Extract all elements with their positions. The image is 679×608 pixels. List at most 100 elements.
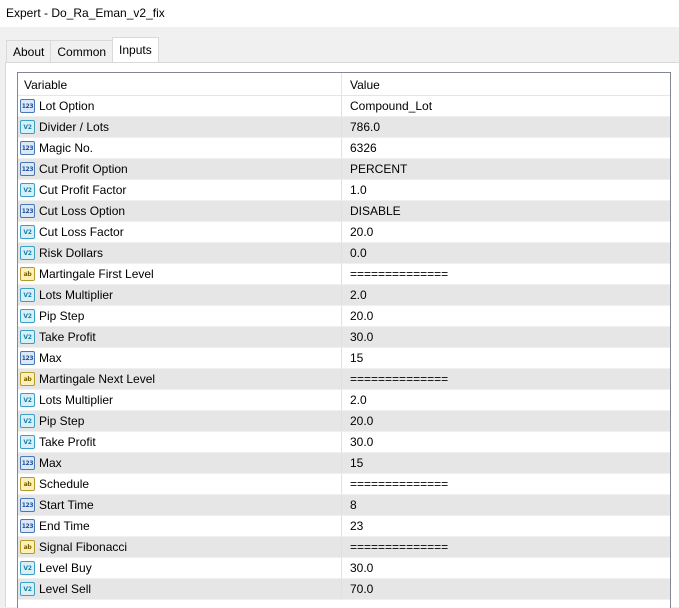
tab-common[interactable]: Common bbox=[50, 40, 114, 62]
value-cell[interactable]: 30.0 bbox=[342, 558, 670, 578]
double-icon: V2 bbox=[20, 225, 35, 239]
value-cell[interactable]: 786.0 bbox=[342, 117, 670, 137]
grid-header: Variable Value bbox=[18, 73, 670, 96]
variable-cell: V2 Divider / Lots bbox=[18, 117, 342, 137]
value-cell[interactable]: ============== bbox=[342, 369, 670, 389]
table-row[interactable]: V2 Lots Multiplier 2.0 bbox=[18, 285, 670, 306]
table-row[interactable]: ab Signal Fibonacci ============== bbox=[18, 537, 670, 558]
int-icon: 123 bbox=[20, 99, 35, 113]
table-row[interactable]: V2 Pip Step 20.0 bbox=[18, 411, 670, 432]
inputs-grid: Variable Value 123 Lot Option Compound_Lot… bbox=[17, 72, 671, 608]
variable-name: Cut Profit Option bbox=[39, 162, 128, 176]
table-row[interactable]: 123 Lot Option Compound_Lot bbox=[18, 96, 670, 117]
value-cell[interactable]: 15 bbox=[342, 453, 670, 473]
table-row[interactable]: 123 End Time 23 bbox=[18, 516, 670, 537]
variable-name: Lots Multiplier bbox=[39, 288, 114, 302]
variable-cell: V2 Take Profit bbox=[18, 327, 342, 347]
variable-name: Cut Profit Factor bbox=[39, 183, 127, 197]
table-row[interactable]: 123 Cut Loss Option DISABLE bbox=[18, 201, 670, 222]
value-cell[interactable]: ============== bbox=[342, 537, 670, 557]
value-cell[interactable]: 0.0 bbox=[342, 243, 670, 263]
int-icon: 123 bbox=[20, 204, 35, 218]
int-icon: 123 bbox=[20, 162, 35, 176]
variable-name: Level Sell bbox=[39, 582, 92, 596]
double-icon: V2 bbox=[20, 435, 35, 449]
double-icon: V2 bbox=[20, 330, 35, 344]
variable-name: Schedule bbox=[39, 477, 90, 491]
variable-name: Start Time bbox=[39, 498, 94, 512]
window-title: Expert - Do_Ra_Eman_v2_fix bbox=[0, 0, 679, 28]
table-row[interactable]: 123 Max 15 bbox=[18, 348, 670, 369]
variable-cell: 123 End Time bbox=[18, 516, 342, 536]
variable-cell: V2 Level Sell bbox=[18, 579, 342, 599]
value-cell[interactable]: 30.0 bbox=[342, 432, 670, 452]
table-row[interactable]: 123 Magic No. 6326 bbox=[18, 138, 670, 159]
value-cell[interactable]: ============== bbox=[342, 474, 670, 494]
value-cell[interactable]: PERCENT bbox=[342, 159, 670, 179]
variable-cell: V2 Risk Dollars bbox=[18, 243, 342, 263]
column-header-variable[interactable]: Variable bbox=[18, 73, 342, 95]
variable-name: Pip Step bbox=[39, 309, 85, 323]
column-header-value[interactable]: Value bbox=[342, 73, 670, 95]
value-cell[interactable]: 6326 bbox=[342, 138, 670, 158]
table-row[interactable]: ab Martingale First Level ============== bbox=[18, 264, 670, 285]
variable-cell: V2 Take Profit bbox=[18, 432, 342, 452]
int-icon: 123 bbox=[20, 498, 35, 512]
int-icon: 123 bbox=[20, 519, 35, 533]
double-icon: V2 bbox=[20, 393, 35, 407]
value-cell[interactable]: 15 bbox=[342, 348, 670, 368]
variable-cell: 123 Cut Loss Option bbox=[18, 201, 342, 221]
value-cell[interactable]: Compound_Lot bbox=[342, 96, 670, 116]
table-row[interactable]: V2 Take Profit 30.0 bbox=[18, 327, 670, 348]
value-cell[interactable]: 1.0 bbox=[342, 180, 670, 200]
table-row[interactable]: 123 Cut Profit Option PERCENT bbox=[18, 159, 670, 180]
variable-name: Lot Option bbox=[39, 99, 95, 113]
string-icon: ab bbox=[20, 540, 35, 554]
variable-name: Divider / Lots bbox=[39, 120, 110, 134]
double-icon: V2 bbox=[20, 561, 35, 575]
table-row[interactable]: V2 Cut Profit Factor 1.0 bbox=[18, 180, 670, 201]
value-cell[interactable]: DISABLE bbox=[342, 201, 670, 221]
value-cell[interactable]: 30.0 bbox=[342, 327, 670, 347]
double-icon: V2 bbox=[20, 120, 35, 134]
table-row[interactable]: V2 Risk Dollars 0.0 bbox=[18, 243, 670, 264]
variable-cell: ab Martingale First Level bbox=[18, 264, 342, 284]
variable-cell: ab Signal Fibonacci bbox=[18, 537, 342, 557]
table-row[interactable]: V2 Level Sell 70.0 bbox=[18, 579, 670, 600]
table-row[interactable]: V2 Level Buy 30.0 bbox=[18, 558, 670, 579]
tab-bar: About Common Inputs bbox=[6, 37, 159, 62]
value-cell[interactable]: 23 bbox=[342, 516, 670, 536]
variable-name: Level Buy bbox=[39, 561, 92, 575]
variable-cell: V2 Level Buy bbox=[18, 558, 342, 578]
variable-name: Martingale Next Level bbox=[39, 372, 156, 386]
table-row[interactable]: ab Schedule ============== bbox=[18, 474, 670, 495]
variable-cell: ab Schedule bbox=[18, 474, 342, 494]
value-cell[interactable]: 2.0 bbox=[342, 390, 670, 410]
value-cell[interactable]: 2.0 bbox=[342, 285, 670, 305]
value-cell[interactable]: ============== bbox=[342, 264, 670, 284]
value-cell[interactable]: 20.0 bbox=[342, 306, 670, 326]
double-icon: V2 bbox=[20, 246, 35, 260]
variable-name: Magic No. bbox=[39, 141, 94, 155]
table-row[interactable]: 123 Start Time 8 bbox=[18, 495, 670, 516]
string-icon: ab bbox=[20, 267, 35, 281]
variable-cell: V2 Pip Step bbox=[18, 411, 342, 431]
table-row[interactable]: 123 Max 15 bbox=[18, 453, 670, 474]
value-cell[interactable]: 20.0 bbox=[342, 222, 670, 242]
tab-about[interactable]: About bbox=[6, 40, 52, 62]
variable-cell: V2 Cut Profit Factor bbox=[18, 180, 342, 200]
value-cell[interactable]: 70.0 bbox=[342, 579, 670, 599]
table-row[interactable]: V2 Cut Loss Factor 20.0 bbox=[18, 222, 670, 243]
variable-name: Martingale First Level bbox=[39, 267, 154, 281]
table-row[interactable]: ab Martingale Next Level ============== bbox=[18, 369, 670, 390]
table-row[interactable]: V2 Take Profit 30.0 bbox=[18, 432, 670, 453]
variable-cell: V2 Pip Step bbox=[18, 306, 342, 326]
variable-name: Cut Loss Option bbox=[39, 204, 126, 218]
table-row[interactable]: V2 Lots Multiplier 2.0 bbox=[18, 390, 670, 411]
tab-inputs[interactable]: Inputs bbox=[112, 37, 159, 62]
table-row[interactable]: V2 Divider / Lots 786.0 bbox=[18, 117, 670, 138]
value-cell[interactable]: 20.0 bbox=[342, 411, 670, 431]
variable-name: Max bbox=[39, 351, 62, 365]
table-row[interactable]: V2 Pip Step 20.0 bbox=[18, 306, 670, 327]
value-cell[interactable]: 8 bbox=[342, 495, 670, 515]
